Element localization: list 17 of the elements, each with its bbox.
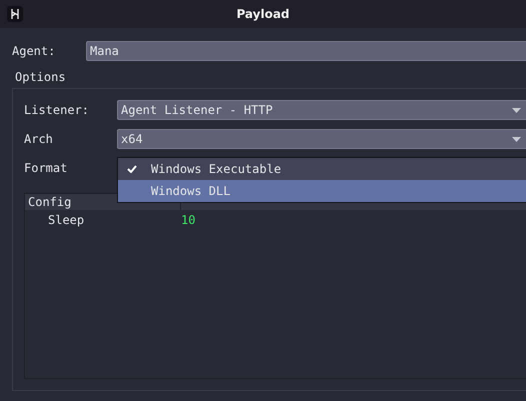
agent-dropdown[interactable]: Mana <box>86 41 526 61</box>
field-dropdown[interactable]: Agent Listener - HTTP <box>117 100 526 120</box>
field-label: Arch <box>24 132 54 146</box>
field-label: Format <box>24 161 68 175</box>
field-label: Listener: <box>24 103 90 117</box>
menu-item[interactable]: Windows Executable <box>118 158 526 180</box>
options-title: Options <box>15 70 66 84</box>
check-icon <box>127 165 137 173</box>
table-cell-text: Sleep <box>47 213 86 227</box>
table-cell: 10 <box>181 213 196 227</box>
window-title: Payload <box>236 7 290 21</box>
menu-item[interactable]: Windows DLL <box>118 180 526 202</box>
field-dropdown[interactable]: x64 <box>117 129 526 149</box>
dropdown-arrow-icon <box>512 136 521 142</box>
app-logo-icon <box>7 6 23 22</box>
dropdown-arrow-icon <box>512 108 521 112</box>
agent-label: Agent: <box>12 44 56 58</box>
